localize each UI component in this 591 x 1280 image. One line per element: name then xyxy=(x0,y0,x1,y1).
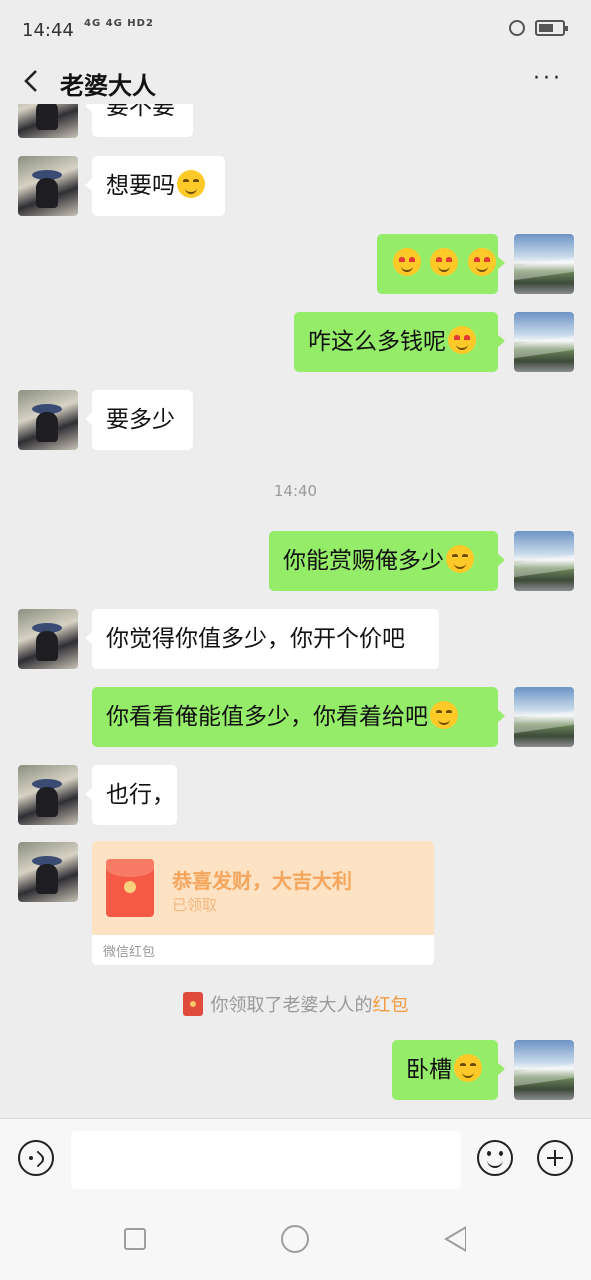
contact-avatar[interactable] xyxy=(18,765,78,825)
status-right xyxy=(509,20,568,36)
red-packet-title: 恭喜发财，大吉大利 xyxy=(172,869,352,893)
message-bubble-outgoing[interactable]: 你能赏赐俺多少 xyxy=(269,531,505,591)
message-bubble-incoming[interactable]: 要多少 xyxy=(85,390,193,450)
smiling-face-emoji-icon xyxy=(177,170,205,198)
red-packet-status: 已领取 xyxy=(172,896,218,914)
message-bubble-incoming[interactable]: 想要吗 xyxy=(85,156,225,216)
message-text: 也行， xyxy=(106,782,175,808)
heart-eyes-emoji-icon xyxy=(393,248,421,276)
message-text: 要不要 xyxy=(106,104,175,120)
battery-icon xyxy=(535,20,568,36)
message-bubble-incoming[interactable]: 也行， xyxy=(85,765,177,825)
message-input[interactable] xyxy=(71,1131,461,1189)
chat-header: 老婆大人 ··· xyxy=(0,58,591,104)
tears-of-joy-emoji-icon xyxy=(430,701,458,729)
more-options-icon[interactable]: ··· xyxy=(533,66,563,91)
message-text: 咋这么多钱呢 xyxy=(308,329,446,355)
dizzy-face-emoji-icon xyxy=(454,1054,482,1082)
chat-title: 老婆大人 xyxy=(60,72,156,100)
red-packet-link[interactable]: 红包 xyxy=(373,995,409,1016)
red-envelope-icon xyxy=(106,859,154,917)
emoji-icon[interactable] xyxy=(477,1140,513,1176)
input-bar xyxy=(0,1118,591,1201)
status-time: 14:44 xyxy=(22,20,74,41)
home-icon[interactable] xyxy=(281,1225,309,1253)
red-packet-icon xyxy=(182,992,203,1016)
message-bubble-incoming[interactable]: 要不要 xyxy=(85,104,193,137)
dizzy-face-emoji-icon xyxy=(446,545,474,573)
rotation-lock-icon xyxy=(509,20,525,36)
message-bubble-outgoing[interactable]: 咋这么多钱呢 xyxy=(294,312,505,372)
plus-icon[interactable] xyxy=(537,1140,573,1176)
heart-eyes-emoji-icon xyxy=(467,248,496,276)
heart-eyes-emoji-icon xyxy=(430,248,459,276)
message-bubble-outgoing[interactable]: 你看看俺能值多少，你看着给吧 xyxy=(92,687,505,747)
back-arrow-icon[interactable] xyxy=(20,68,46,94)
contact-avatar[interactable] xyxy=(18,156,78,216)
my-avatar[interactable] xyxy=(514,312,574,372)
message-text: 你能赏赐俺多少 xyxy=(283,548,444,574)
message-timestamp: 14:40 xyxy=(273,482,318,500)
red-packet-card[interactable]: 恭喜发财，大吉大利 已领取 微信红包 xyxy=(92,841,434,965)
message-list[interactable]: 要不要 想要吗 咋这么多钱呢 要多少 14:40 你能赏赐俺多少 你觉得你值多少… xyxy=(0,104,591,1118)
my-avatar[interactable] xyxy=(514,531,574,591)
my-avatar[interactable] xyxy=(514,1040,574,1100)
system-nav-bar xyxy=(0,1200,591,1280)
contact-avatar[interactable] xyxy=(18,842,78,902)
status-bar: 14:44 4G 4G HD2 xyxy=(0,0,591,60)
heart-eyes-emoji-icon xyxy=(448,326,476,354)
system-notice-text: 你领取了老婆大人的 xyxy=(210,995,373,1016)
my-avatar[interactable] xyxy=(514,687,574,747)
message-text: 卧槽 xyxy=(406,1057,452,1083)
message-text: 想要吗 xyxy=(106,173,175,199)
nav-back-icon[interactable] xyxy=(444,1226,466,1252)
message-text: 你看看俺能值多少，你看着给吧 xyxy=(106,704,428,730)
message-bubble-incoming[interactable]: 你觉得你值多少，你开个价吧 xyxy=(85,609,439,669)
message-text: 你觉得你值多少，你开个价吧 xyxy=(106,626,405,652)
message-bubble-outgoing[interactable]: 卧槽 xyxy=(392,1040,505,1100)
contact-avatar[interactable] xyxy=(18,609,78,669)
contact-avatar[interactable] xyxy=(18,104,78,138)
voice-input-icon[interactable] xyxy=(18,1140,54,1176)
system-notice: 你领取了老婆大人的红包 xyxy=(0,991,591,1017)
recent-apps-icon[interactable] xyxy=(124,1228,146,1250)
message-bubble-outgoing[interactable] xyxy=(377,234,505,294)
message-text: 要多少 xyxy=(106,407,175,433)
signal-indicator: 4G 4G HD2 xyxy=(84,18,154,29)
my-avatar[interactable] xyxy=(514,234,574,294)
red-packet-footer: 微信红包 xyxy=(103,945,156,960)
contact-avatar[interactable] xyxy=(18,390,78,450)
